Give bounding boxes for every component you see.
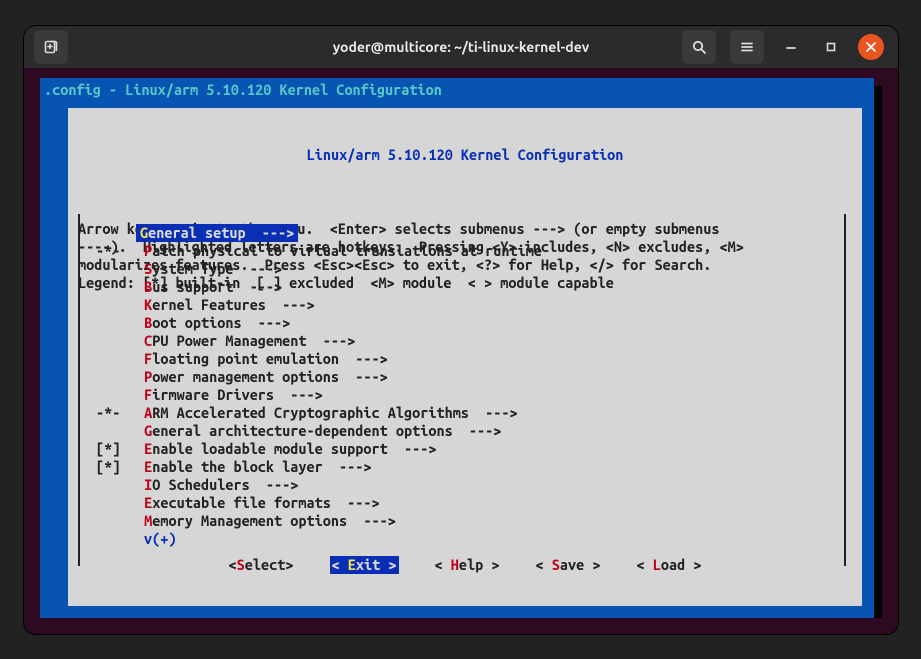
menu-item[interactable]: -*- Patch physical to virtual translatio… xyxy=(86,242,838,260)
box-border-left xyxy=(78,214,80,566)
menu-item[interactable]: Power management options ---> xyxy=(86,368,838,386)
menuconfig-panel: Linux/arm 5.10.120 Kernel Configuration … xyxy=(68,108,862,606)
search-button[interactable] xyxy=(682,30,716,64)
config-path-line: .config - Linux/arm 5.10.120 Kernel Conf… xyxy=(40,78,874,99)
help-button[interactable]: < Help > xyxy=(435,556,500,574)
exit-button[interactable]: < Exit > xyxy=(330,556,399,574)
menu-item[interactable]: Executable file formats ---> xyxy=(86,494,838,512)
menu-item[interactable]: Boot options ---> xyxy=(86,314,838,332)
hamburger-menu-button[interactable] xyxy=(730,30,764,64)
menuconfig-backdrop: .config - Linux/arm 5.10.120 Kernel Conf… xyxy=(40,78,874,618)
close-button[interactable] xyxy=(858,34,884,60)
maximize-button[interactable] xyxy=(818,34,844,60)
menu-list[interactable]: General setup --->-*- Patch physical to … xyxy=(86,224,838,548)
menu-item[interactable]: [*] Enable the block layer ---> xyxy=(86,458,838,476)
select-button[interactable]: <Select> xyxy=(229,556,294,574)
menu-item[interactable]: General setup ---> xyxy=(86,224,838,242)
titlebar: yoder@multicore: ~/ti-linux-kernel-dev xyxy=(24,26,898,68)
new-tab-button[interactable] xyxy=(34,30,68,64)
menu-item[interactable]: [*] Enable loadable module support ---> xyxy=(86,440,838,458)
load-button[interactable]: < Load > xyxy=(636,556,701,574)
menu-item[interactable]: Memory Management options ---> xyxy=(86,512,838,530)
menu-item[interactable]: CPU Power Management ---> xyxy=(86,332,838,350)
menu-item[interactable]: IO Schedulers ---> xyxy=(86,476,838,494)
menu-item[interactable]: System Type ---> xyxy=(86,260,838,278)
button-bar: <Select> < Exit > < Help > < Save > < Load > xyxy=(68,538,862,592)
menu-item[interactable]: Floating point emulation ---> xyxy=(86,350,838,368)
menu-item[interactable]: -*- ARM Accelerated Cryptographic Algori… xyxy=(86,404,838,422)
menu-item[interactable]: Kernel Features ---> xyxy=(86,296,838,314)
menu-item[interactable]: General architecture-dependent options -… xyxy=(86,422,838,440)
panel-title: Linux/arm 5.10.120 Kernel Configuration xyxy=(68,144,862,164)
minimize-button[interactable] xyxy=(778,34,804,60)
menu-box: General setup --->-*- Patch physical to … xyxy=(78,214,846,566)
terminal-window: yoder@multicore: ~/ti-linux-kernel-dev xyxy=(24,26,898,634)
box-border-right xyxy=(844,214,846,566)
menu-item[interactable]: Firmware Drivers ---> xyxy=(86,386,838,404)
terminal-body[interactable]: .config - Linux/arm 5.10.120 Kernel Conf… xyxy=(24,68,898,634)
save-menu-button[interactable]: < Save > xyxy=(535,556,600,574)
menu-item[interactable]: Bus support ---> xyxy=(86,278,838,296)
